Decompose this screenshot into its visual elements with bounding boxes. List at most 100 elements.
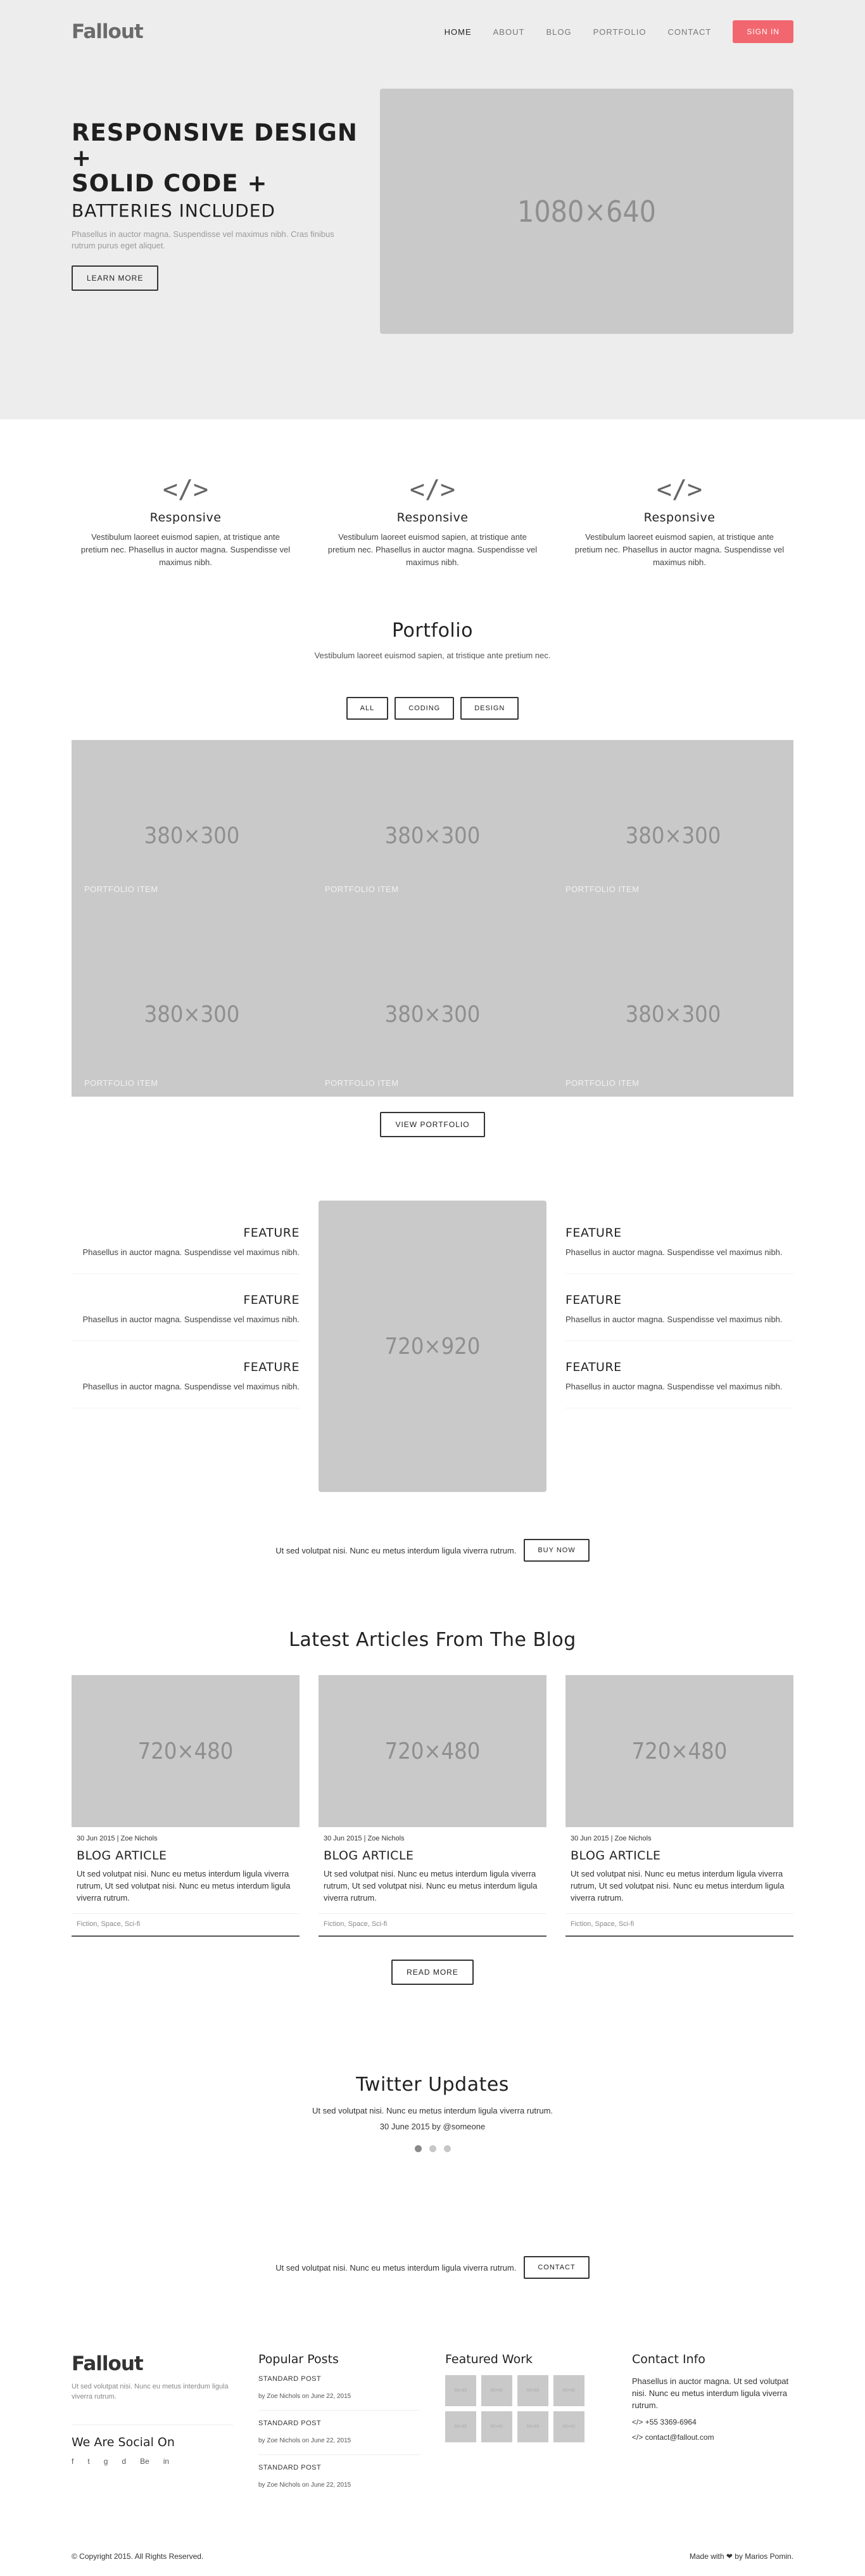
work-thumb[interactable]: 50×50 [517,2375,548,2406]
portfolio-image-size: 380×300 [625,1001,721,1028]
hero-text: Phasellus in auctor magna. Suspendisse v… [72,229,334,250]
filter-all[interactable]: ALL [346,697,389,720]
blog-card-title[interactable]: BLOG ARTICLE [324,1849,541,1863]
github-icon[interactable]: g [104,2457,108,2466]
work-thumb[interactable]: 50×50 [445,2375,476,2406]
post-byline: by Zoe Nichols on June 22, 2015 [258,2437,351,2444]
work-thumb[interactable]: 50×50 [481,2375,512,2406]
service-item: </> Responsive Vestibulum laoreet euismo… [565,475,793,569]
work-thumb[interactable]: 50×50 [553,2375,584,2406]
feature-text: Phasellus in auctor magna. Suspendisse v… [565,1382,783,1391]
facebook-icon[interactable]: f [72,2457,73,2466]
footer-about: Ut sed volutpat nisi. Nunc eu metus inte… [72,2383,229,2401]
made-with-suffix[interactable]: by Marios Pomin. [735,2552,793,2561]
popular-post[interactable]: STANDARD POST by Zoe Nichols on June 22, … [258,2464,420,2499]
view-portfolio-button[interactable]: VIEW PORTFOLIO [380,1112,485,1137]
portfolio-image-size: 380×300 [144,823,240,849]
blog-title: Latest Articles From The Blog [289,1629,576,1651]
sign-in-button[interactable]: SIGN IN [733,20,793,43]
contact-text: Phasellus in auctor magna. Ut sed volutp… [632,2376,789,2410]
social-title: We Are Social On [72,2425,233,2449]
service-text: Vestibulum laoreet euismod sapien, at tr… [80,532,291,567]
filter-coding[interactable]: CODING [395,697,455,720]
blog-image: 720×480 [565,1675,793,1827]
feature-text: Phasellus in auctor magna. Suspendisse v… [82,1382,300,1391]
feature-title: FEATURE [243,1293,300,1307]
main-nav: HOME ABOUT BLOG PORTFOLIO CONTACT SIGN I… [423,20,793,43]
nav-portfolio[interactable]: PORTFOLIO [593,27,647,37]
blog-card[interactable]: 720×480 30 Jun 2015 | Zoe Nichols BLOG A… [319,1675,546,1937]
feature-item: FEATURE Phasellus in auctor magna. Suspen… [72,1360,300,1408]
carousel-dot[interactable] [414,2145,422,2152]
blog-tags[interactable]: Fiction, Space, Sci-fi [319,1913,546,1935]
portfolio-filters: ALL CODING DESIGN [72,697,793,720]
blog-image: 720×480 [72,1675,300,1827]
cta-text: Ut sed volutpat nisi. Nunc eu metus inte… [275,1545,517,1555]
code-icon: </> [162,475,209,504]
email-line: </> contact@fallout.com [632,2433,793,2442]
buy-now-button[interactable]: BUY NOW [524,1539,590,1562]
code-icon: </> [409,475,456,504]
learn-more-button[interactable]: LEARN MORE [72,265,159,291]
behance-icon[interactable]: Be [140,2457,149,2466]
cta-text: Ut sed volutpat nisi. Nunc eu metus inte… [275,2262,517,2273]
popular-post[interactable]: STANDARD POST by Zoe Nichols on June 22, … [258,2375,420,2411]
nav-home[interactable]: HOME [445,27,472,37]
portfolio-section: Portfolio Vestibulum laoreet euismod sap… [72,620,793,1137]
service-text: Vestibulum laoreet euismod sapien, at tr… [327,532,538,567]
dribbble-icon[interactable]: d [122,2457,126,2466]
feature-text: Phasellus in auctor magna. Suspendisse v… [82,1247,300,1257]
blog-card[interactable]: 720×480 30 Jun 2015 | Zoe Nichols BLOG A… [72,1675,300,1937]
portfolio-subtitle: Vestibulum laoreet euismod sapien, at tr… [314,651,551,660]
portfolio-item[interactable]: 380×300 PORTFOLIO ITEM [72,932,312,1097]
portfolio-item[interactable]: 380×300 PORTFOLIO ITEM [312,932,553,1097]
work-thumb[interactable]: 50×50 [517,2411,548,2442]
post-title[interactable]: STANDARD POST [258,2420,420,2427]
portfolio-item-label: PORTFOLIO ITEM [325,884,399,894]
carousel-dot[interactable] [429,2145,436,2152]
logo[interactable]: Fallout [72,20,144,43]
feature-item: FEATURE Phasellus in auctor magna. Suspen… [565,1360,793,1408]
work-thumb[interactable]: 50×50 [481,2411,512,2442]
blog-card-title[interactable]: BLOG ARTICLE [77,1849,294,1863]
blog-card-title[interactable]: BLOG ARTICLE [571,1849,788,1863]
portfolio-item[interactable]: 380×300 PORTFOLIO ITEM [553,740,793,932]
contact-button[interactable]: CONTACT [524,2256,590,2279]
carousel-dot[interactable] [443,2145,451,2152]
tweet-text: Ut sed volutpat nisi. Nunc eu metus inte… [312,2106,553,2115]
portfolio-item[interactable]: 380×300 PORTFOLIO ITEM [72,740,312,932]
service-title: Responsive [149,511,222,525]
filter-design[interactable]: DESIGN [460,697,519,720]
read-more-button[interactable]: READ MORE [391,1960,474,1985]
linkedin-icon[interactable]: in [163,2457,169,2466]
portfolio-item-label: PORTFOLIO ITEM [84,1078,158,1088]
blog-tags[interactable]: Fiction, Space, Sci-fi [72,1913,300,1935]
popular-post[interactable]: STANDARD POST by Zoe Nichols on June 22, … [258,2420,420,2455]
phone-number[interactable]: +55 3369-6964 [645,2418,697,2426]
hero-title: RESPONSIVE DESIGN + SOLID CODE + [72,120,369,196]
email-address[interactable]: contact@fallout.com [645,2433,714,2442]
twitter-icon[interactable]: t [87,2457,89,2466]
feature-item: FEATURE Phasellus in auctor magna. Suspen… [72,1226,300,1274]
service-title: Responsive [643,511,716,525]
features-section: FEATURE Phasellus in auctor magna. Suspen… [72,1201,793,1492]
twitter-section: Twitter Updates Ut sed volutpat nisi. Nu… [72,2074,793,2152]
work-thumb[interactable]: 50×50 [553,2411,584,2442]
blog-card-text: Ut sed volutpat nisi. Nunc eu metus inte… [571,1869,785,1903]
contact-info-title: Contact Info [632,2352,705,2366]
footer-logo[interactable]: Fallout [72,2352,233,2375]
nav-blog[interactable]: BLOG [546,27,571,37]
portfolio-item[interactable]: 380×300 PORTFOLIO ITEM [553,932,793,1097]
work-thumb[interactable]: 50×50 [445,2411,476,2442]
post-title[interactable]: STANDARD POST [258,2375,420,2383]
post-title[interactable]: STANDARD POST [258,2464,420,2471]
nav-about[interactable]: ABOUT [493,27,525,37]
blog-tags[interactable]: Fiction, Space, Sci-fi [565,1913,793,1935]
portfolio-item[interactable]: 380×300 PORTFOLIO ITEM [312,740,553,932]
made-with: Made with ❤ by Marios Pomin. [690,2552,793,2561]
blog-card[interactable]: 720×480 30 Jun 2015 | Zoe Nichols BLOG A… [565,1675,793,1937]
phone-line: </> +55 3369-6964 [632,2418,793,2426]
hero-image: 1080×640 [380,89,793,334]
feature-title: FEATURE [565,1226,622,1240]
nav-contact[interactable]: CONTACT [667,27,711,37]
